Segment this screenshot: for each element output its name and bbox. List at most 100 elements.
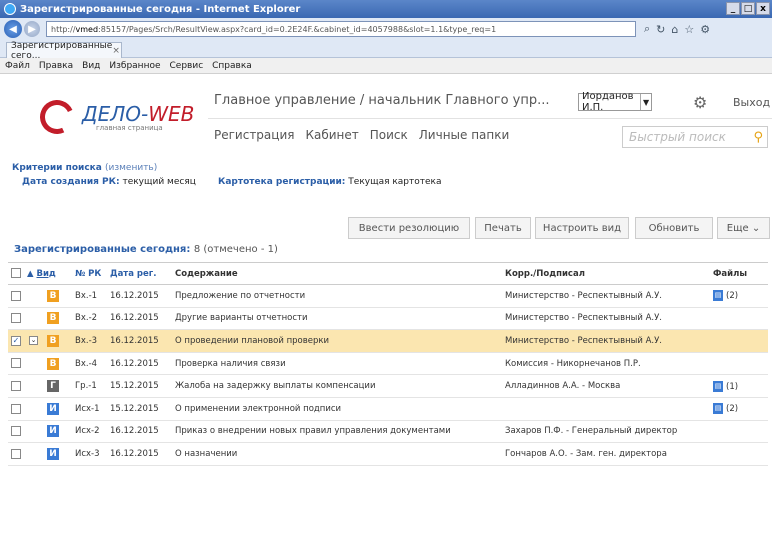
row-checkbox[interactable]: [8, 307, 24, 331]
menu-file[interactable]: Файл: [5, 61, 30, 71]
url-field[interactable]: http://vmed:85157/Pages/Srch/ResultView.…: [46, 21, 636, 37]
attachment-icon[interactable]: ▤: [713, 403, 723, 415]
row-checkbox[interactable]: [8, 397, 24, 421]
attachment-icon[interactable]: ▤: [713, 380, 723, 392]
more-label: Еще: [726, 222, 749, 234]
row-number[interactable]: Вх.-3: [72, 329, 107, 353]
menu-view[interactable]: Вид: [82, 61, 100, 71]
table-row[interactable]: Г Гр.-1 15.12.2015 Жалоба на задержку выпла…: [8, 374, 768, 398]
row-checkbox[interactable]: [8, 374, 24, 398]
browser-tab[interactable]: Зарегистрированные сего... ×: [6, 41, 122, 61]
table-row[interactable]: В Вх.-4 16.12.2015 Проверка наличия связи Ко…: [8, 352, 768, 376]
row-date: 15.12.2015: [107, 397, 172, 421]
row-files[interactable]: [710, 352, 768, 376]
row-expand[interactable]: [24, 442, 44, 466]
table-row[interactable]: ✓ ⌄ В Вх.-3 16.12.2015 О проведении плановой …: [8, 329, 768, 353]
row-number[interactable]: Исх-2: [72, 420, 107, 444]
row-number[interactable]: Исх-3: [72, 442, 107, 466]
col-corr[interactable]: Корр./Подписал: [502, 262, 710, 285]
row-number[interactable]: Вх.-1: [72, 284, 107, 308]
logout-link[interactable]: Выход: [733, 96, 770, 109]
row-content[interactable]: Приказ о внедрении новых правил управлен…: [172, 420, 502, 444]
menu-tools[interactable]: Сервис: [170, 61, 204, 71]
row-content[interactable]: Проверка наличия связи: [172, 352, 502, 376]
row-checkbox[interactable]: [8, 352, 24, 376]
row-files[interactable]: ▤ (1): [710, 374, 768, 398]
row-content[interactable]: Предложение по отчетности: [172, 284, 502, 308]
enter-resolution-button[interactable]: Ввести резолюцию: [348, 217, 470, 239]
forward-button[interactable]: ▶: [24, 21, 40, 37]
table-row[interactable]: И Исх-3 16.12.2015 О назначении Гончаров А.О…: [8, 442, 768, 466]
url-host: vmed: [75, 24, 99, 34]
print-button[interactable]: Печать: [475, 217, 531, 239]
col-date[interactable]: Дата рег.: [107, 262, 172, 285]
minimize-button[interactable]: _: [726, 2, 740, 15]
home-icon[interactable]: ⌂: [671, 23, 678, 36]
maximize-button[interactable]: □: [741, 2, 755, 15]
menu-favorites[interactable]: Избранное: [109, 61, 160, 71]
col-content[interactable]: Содержание: [172, 262, 502, 285]
nav-registration[interactable]: Регистрация: [214, 128, 294, 142]
row-number[interactable]: Гр.-1: [72, 374, 107, 398]
more-button[interactable]: Еще ⌄: [717, 217, 770, 239]
logo-subtitle[interactable]: главная страница: [96, 124, 163, 132]
favorites-icon[interactable]: ☆: [684, 23, 694, 36]
table-row[interactable]: В Вх.-1 16.12.2015 Предложение по отчетност…: [8, 284, 768, 308]
row-content[interactable]: О назначении: [172, 442, 502, 466]
nav-search[interactable]: Поиск: [370, 128, 408, 142]
attachment-icon[interactable]: ▤: [713, 290, 723, 302]
close-window-button[interactable]: x: [756, 2, 770, 15]
row-files[interactable]: [710, 329, 768, 353]
col-number[interactable]: № РК: [72, 262, 107, 285]
row-checkbox[interactable]: ✓: [8, 329, 24, 353]
col-files[interactable]: Файлы: [710, 262, 768, 285]
quick-search-input[interactable]: Быстрый поиск ⚲: [622, 126, 768, 148]
row-content[interactable]: О применении электронной подписи: [172, 397, 502, 421]
row-files[interactable]: [710, 307, 768, 331]
org-title: Главное управление / начальник Главного …: [214, 93, 550, 108]
header-divider: [208, 118, 772, 119]
table-row[interactable]: И Исх-2 16.12.2015 Приказ о внедрении новых…: [8, 420, 768, 444]
row-checkbox[interactable]: [8, 420, 24, 444]
row-files[interactable]: ▤ (2): [710, 284, 768, 308]
row-expand[interactable]: [24, 307, 44, 331]
table-row[interactable]: И Исх-1 15.12.2015 О применении электронной…: [8, 397, 768, 421]
row-files[interactable]: ▤ (2): [710, 397, 768, 421]
col-kind[interactable]: ▲ Вид: [24, 262, 72, 285]
row-content[interactable]: О проведении плановой проверки: [172, 329, 502, 353]
nav-personal-folders[interactable]: Личные папки: [419, 128, 510, 142]
row-date: 15.12.2015: [107, 374, 172, 398]
row-number[interactable]: Вх.-2: [72, 307, 107, 331]
gear-icon[interactable]: ⚙: [693, 93, 707, 112]
row-content[interactable]: Другие варианты отчетности: [172, 307, 502, 331]
row-expand[interactable]: [24, 397, 44, 421]
settings-gear-icon[interactable]: ⚙: [700, 23, 710, 36]
row-expand[interactable]: [24, 284, 44, 308]
select-all-checkbox[interactable]: [8, 262, 24, 285]
row-expand[interactable]: [24, 374, 44, 398]
row-expand[interactable]: ⌄: [24, 329, 44, 353]
user-select[interactable]: Иорданов И.П. ▼: [578, 91, 652, 113]
doc-kind-icon: В: [47, 334, 59, 347]
row-number[interactable]: Вх.-4: [72, 352, 107, 376]
row-number[interactable]: Исх-1: [72, 397, 107, 421]
menu-edit[interactable]: Правка: [39, 61, 73, 71]
row-files[interactable]: [710, 442, 768, 466]
menu-help[interactable]: Справка: [212, 61, 252, 71]
search-icon[interactable]: ⚲: [753, 130, 763, 145]
back-button[interactable]: ◀: [4, 20, 22, 38]
row-checkbox[interactable]: [8, 442, 24, 466]
criteria-change-link[interactable]: (изменить): [105, 163, 157, 173]
customize-view-button[interactable]: Настроить вид: [535, 217, 629, 239]
row-expand[interactable]: [24, 352, 44, 376]
row-files[interactable]: [710, 420, 768, 444]
table-row[interactable]: В Вх.-2 16.12.2015 Другие варианты отчетнос…: [8, 307, 768, 331]
refresh-button[interactable]: Обновить: [635, 217, 713, 239]
search-icon[interactable]: ⌕: [644, 22, 650, 36]
row-checkbox[interactable]: [8, 284, 24, 308]
row-expand[interactable]: [24, 420, 44, 444]
nav-cabinet[interactable]: Кабинет: [305, 128, 358, 142]
refresh-icon[interactable]: ↻: [656, 23, 665, 36]
close-tab-icon[interactable]: ×: [112, 46, 120, 56]
row-content[interactable]: Жалоба на задержку выплаты компенсации: [172, 374, 502, 398]
